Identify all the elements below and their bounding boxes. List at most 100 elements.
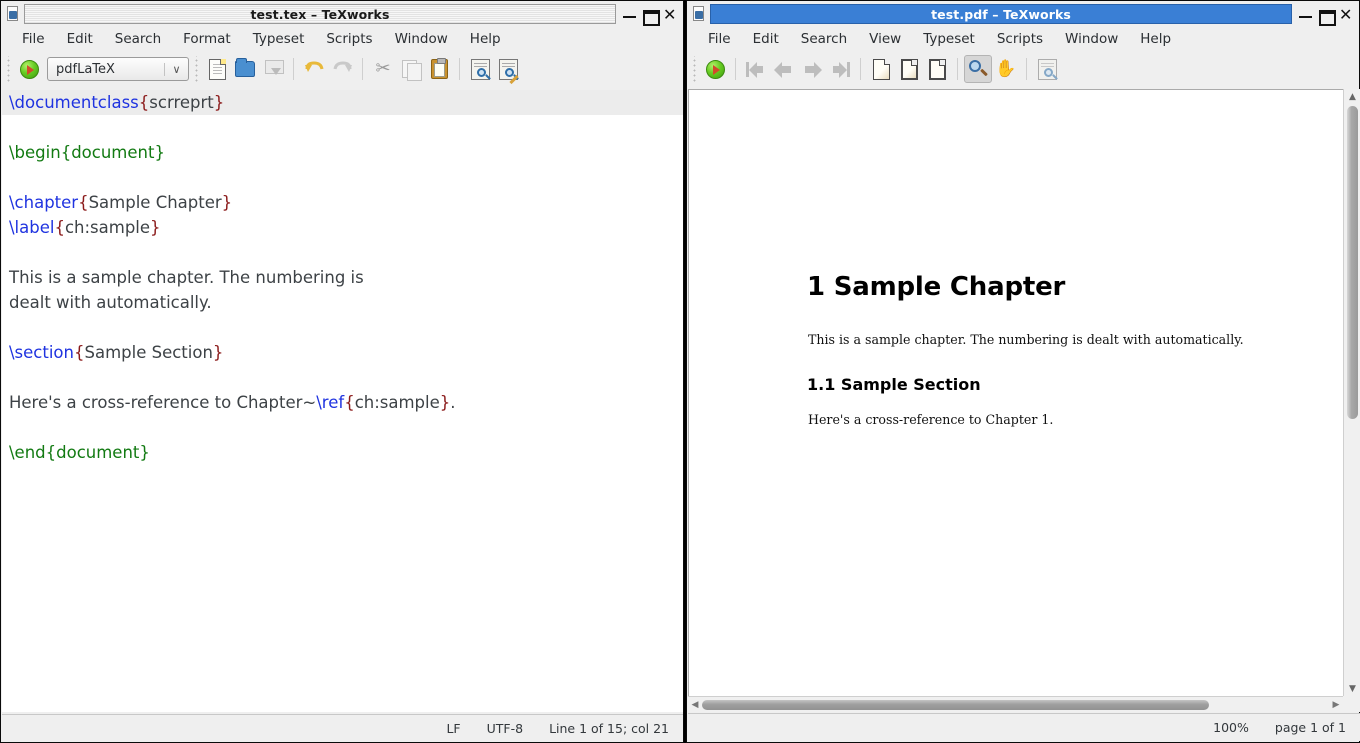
scroll-up-icon[interactable]: ▲ bbox=[1344, 89, 1360, 104]
cut-icon: ✂ bbox=[375, 58, 391, 79]
editor-window-controls[interactable]: ✕ bbox=[616, 6, 681, 26]
minimize-icon[interactable] bbox=[623, 8, 636, 21]
search-document-button[interactable] bbox=[466, 55, 494, 83]
scroll-left-icon[interactable]: ◀ bbox=[688, 697, 702, 712]
menu-edit[interactable]: Edit bbox=[56, 29, 104, 49]
code-line[interactable] bbox=[2, 415, 683, 440]
close-icon[interactable]: ✕ bbox=[1339, 6, 1352, 22]
pdf-horizontal-scrollbar[interactable]: ◀ ▶ bbox=[688, 696, 1343, 712]
minimize-icon[interactable] bbox=[1299, 8, 1312, 21]
code-token-txt: dealt with automatically. bbox=[9, 293, 212, 312]
menu-search[interactable]: Search bbox=[790, 29, 858, 49]
menu-edit[interactable]: Edit bbox=[742, 29, 790, 49]
code-line[interactable] bbox=[2, 240, 683, 265]
new-document-button[interactable] bbox=[203, 55, 231, 83]
code-line[interactable]: \end{document} bbox=[2, 440, 683, 465]
undo-button[interactable] bbox=[300, 55, 328, 83]
menu-file[interactable]: File bbox=[11, 29, 56, 49]
line-ending-indicator[interactable]: LF bbox=[446, 721, 460, 736]
paste-button[interactable] bbox=[425, 55, 453, 83]
open-file-button[interactable] bbox=[231, 55, 259, 83]
code-token-env: \begin{document} bbox=[9, 143, 165, 162]
redo-button bbox=[328, 55, 356, 83]
menu-window[interactable]: Window bbox=[384, 29, 459, 49]
cut-button[interactable]: ✂ bbox=[369, 55, 397, 83]
maximize-icon[interactable] bbox=[1319, 8, 1336, 26]
search-replace-button[interactable] bbox=[494, 55, 522, 84]
toolbar-separator-1 bbox=[735, 58, 736, 80]
pdf-titlebar[interactable]: test.pdf – TeXworks ✕ bbox=[687, 1, 1359, 27]
source-search-icon bbox=[1037, 58, 1057, 80]
source-search-button[interactable] bbox=[1033, 55, 1061, 83]
menu-format[interactable]: Format bbox=[172, 29, 242, 49]
code-token-txt: Sample Section bbox=[84, 343, 213, 362]
code-line[interactable]: This is a sample chapter. The numbering … bbox=[2, 265, 683, 290]
paste-icon bbox=[430, 58, 448, 79]
code-line[interactable]: dealt with automatically. bbox=[2, 290, 683, 315]
engine-select[interactable]: pdfLaTeX ∨ bbox=[47, 57, 189, 81]
menu-search[interactable]: Search bbox=[104, 29, 172, 49]
pdf-preview-window[interactable]: test.pdf – TeXworks ✕ File Edit Search V… bbox=[686, 0, 1360, 743]
previous-page-button bbox=[770, 55, 798, 83]
code-token-txt: . bbox=[450, 393, 456, 412]
code-line[interactable]: \section{Sample Section} bbox=[2, 340, 683, 365]
editor-menubar[interactable]: File Edit Search Format Typeset Scripts … bbox=[1, 27, 683, 51]
save-file-button[interactable] bbox=[259, 55, 287, 83]
toolbar-grip[interactable] bbox=[5, 56, 12, 82]
toolbar-grip[interactable] bbox=[691, 56, 698, 82]
menu-scripts[interactable]: Scripts bbox=[986, 29, 1054, 49]
pdf-window-controls[interactable]: ✕ bbox=[1292, 6, 1357, 26]
editor-toolbar[interactable]: pdfLaTeX ∨ ✂ bbox=[1, 51, 683, 87]
horizontal-scroll-thumb[interactable] bbox=[702, 700, 1209, 710]
typeset-button[interactable] bbox=[701, 55, 729, 83]
page-number-indicator: page 1 of 1 bbox=[1274, 720, 1346, 735]
editor-titlebar[interactable]: test.tex – TeXworks ✕ bbox=[1, 1, 683, 27]
code-token-br: { bbox=[78, 193, 89, 212]
pdf-toolbar[interactable]: ✋ bbox=[687, 51, 1359, 87]
menu-window[interactable]: Window bbox=[1054, 29, 1129, 49]
magnify-tool-button[interactable] bbox=[964, 55, 992, 83]
search-replace-icon bbox=[498, 58, 519, 84]
fit-window-button[interactable] bbox=[895, 55, 923, 83]
scroll-down-icon[interactable]: ▼ bbox=[1344, 681, 1360, 696]
pan-tool-button[interactable]: ✋ bbox=[992, 55, 1020, 83]
editor-window[interactable]: test.tex – TeXworks ✕ File Edit Search F… bbox=[0, 0, 684, 743]
code-line[interactable]: \chapter{Sample Chapter} bbox=[2, 190, 683, 215]
menu-help[interactable]: Help bbox=[459, 29, 512, 49]
pdf-vertical-scrollbar[interactable]: ▲ ▼ bbox=[1343, 89, 1360, 696]
code-line[interactable]: Here's a cross-reference to Chapter~\ref… bbox=[2, 390, 683, 415]
engine-select-value: pdfLaTeX bbox=[56, 61, 115, 77]
menu-view[interactable]: View bbox=[858, 29, 912, 49]
vertical-scroll-thumb[interactable] bbox=[1347, 106, 1358, 419]
code-line[interactable]: \label{ch:sample} bbox=[2, 215, 683, 240]
scroll-right-icon[interactable]: ▶ bbox=[1329, 697, 1343, 712]
code-token-cmd: \chapter bbox=[9, 193, 79, 212]
menu-typeset[interactable]: Typeset bbox=[242, 29, 316, 49]
code-line[interactable] bbox=[2, 165, 683, 190]
close-icon[interactable]: ✕ bbox=[663, 6, 676, 22]
actual-size-button[interactable] bbox=[923, 55, 951, 83]
code-token-br: } bbox=[213, 93, 225, 112]
code-line[interactable]: \documentclass{scrreprt} bbox=[2, 90, 683, 115]
fit-window-icon bbox=[900, 58, 918, 80]
fit-width-button[interactable] bbox=[867, 55, 895, 83]
maximize-icon[interactable] bbox=[643, 8, 660, 26]
toolbar-grip-2[interactable] bbox=[193, 56, 200, 82]
encoding-indicator[interactable]: UTF-8 bbox=[487, 721, 523, 736]
code-line[interactable] bbox=[2, 315, 683, 340]
code-token-br: { bbox=[344, 393, 355, 412]
pdf-page-view[interactable]: 1 Sample Chapter This is a sample chapte… bbox=[688, 89, 1343, 696]
menu-file[interactable]: File bbox=[697, 29, 742, 49]
zoom-level-indicator[interactable]: 100% bbox=[1213, 720, 1249, 735]
latex-source-editor[interactable]: \documentclass{scrreprt} \begin{document… bbox=[2, 90, 683, 712]
code-line[interactable]: \begin{document} bbox=[2, 140, 683, 165]
menu-scripts[interactable]: Scripts bbox=[315, 29, 383, 49]
menu-help[interactable]: Help bbox=[1129, 29, 1182, 49]
typeset-button[interactable] bbox=[15, 55, 43, 83]
pdf-menubar[interactable]: File Edit Search View Typeset Scripts Wi… bbox=[687, 27, 1359, 51]
copy-icon bbox=[401, 59, 422, 81]
code-line[interactable] bbox=[2, 115, 683, 140]
pan-tool-icon: ✋ bbox=[995, 58, 1017, 79]
menu-typeset[interactable]: Typeset bbox=[912, 29, 986, 49]
code-line[interactable] bbox=[2, 365, 683, 390]
